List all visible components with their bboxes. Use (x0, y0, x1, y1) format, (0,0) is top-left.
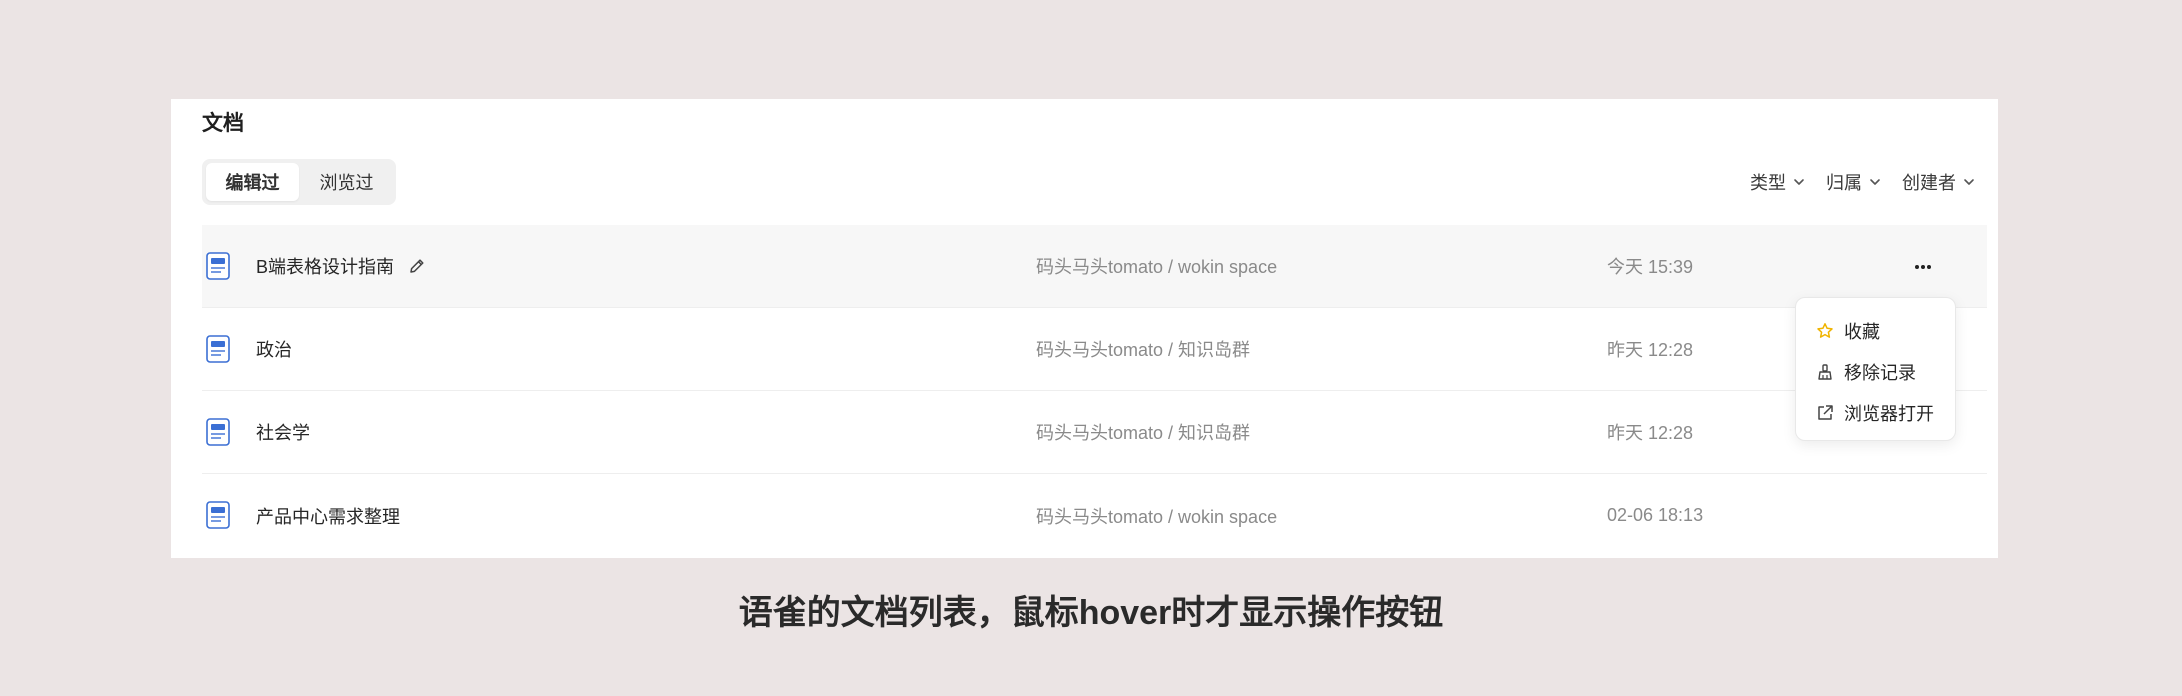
document-name-cell: 政治 (256, 336, 292, 362)
table-row[interactable]: 政治 码头马头tomato / 知识岛群 昨天 12:28 (202, 308, 1987, 391)
document-belong[interactable]: 码头马头tomato / 知识岛群 (1036, 336, 1250, 362)
clean-icon (1818, 363, 1832, 380)
menu-item-open-in-browser[interactable]: 浏览器打开 (1796, 392, 1955, 433)
document-name-cell: 产品中心需求整理 (256, 503, 400, 529)
table-row[interactable]: B端表格设计指南 码头马头tomato / wokin space 今天 15:… (202, 225, 1987, 308)
menu-item-label: 收藏 (1844, 321, 1880, 342)
documents-panel: 文档 编辑过 浏览过 类型 归属 创建者 B端表格设计指南 码头马头tomato… (171, 99, 1998, 558)
pencil-icon[interactable] (408, 257, 426, 275)
page-title: 文档 (202, 112, 244, 135)
more-actions-button[interactable] (1908, 252, 1938, 282)
document-belong[interactable]: 码头马头tomato / wokin space (1036, 253, 1277, 279)
table-row[interactable]: 产品中心需求整理 码头马头tomato / wokin space 02-06 … (202, 474, 1987, 557)
filter-type-label: 类型 (1750, 173, 1786, 193)
document-time: 昨天 12:28 (1607, 423, 1694, 443)
document-icon (206, 252, 230, 280)
document-time: 昨天 12:28 (1607, 340, 1694, 360)
more-dots-icon (1915, 265, 1931, 269)
star-icon (1817, 322, 1833, 338)
filter-belong-label: 归属 (1826, 173, 1862, 193)
document-icon (206, 501, 230, 529)
document-icon (206, 335, 230, 363)
menu-item-remove-record[interactable]: 移除记录 (1796, 351, 1955, 392)
menu-item-label: 浏览器打开 (1844, 403, 1934, 424)
menu-item-label: 移除记录 (1844, 362, 1916, 383)
table-row[interactable]: 社会学 码头马头tomato / 知识岛群 昨天 12:28 (202, 391, 1987, 474)
document-time: 02-06 18:13 (1607, 505, 1704, 525)
tab-viewed[interactable]: 浏览过 (301, 163, 392, 201)
filter-belong[interactable]: 归属 (1826, 169, 1882, 195)
filter-creator[interactable]: 创建者 (1902, 169, 1976, 195)
image-caption: 语雀的文档列表，鼠标hover时才显示操作按钮 (738, 594, 1444, 632)
chevron-down-icon (1964, 179, 1974, 185)
document-name[interactable]: 政治 (256, 336, 292, 362)
menu-item-favorite[interactable]: 收藏 (1796, 310, 1955, 351)
chevron-down-icon (1794, 179, 1804, 185)
document-name-cell: 社会学 (256, 419, 310, 445)
document-name[interactable]: B端表格设计指南 (256, 253, 394, 279)
document-name[interactable]: 社会学 (256, 419, 310, 445)
document-icon (206, 418, 230, 446)
document-time: 今天 15:39 (1607, 257, 1694, 277)
filter-bar: 类型 归属 创建者 (1750, 169, 1976, 195)
document-list: B端表格设计指南 码头马头tomato / wokin space 今天 15:… (202, 225, 1987, 557)
document-belong[interactable]: 码头马头tomato / 知识岛群 (1036, 419, 1250, 445)
document-name-cell: B端表格设计指南 (256, 253, 426, 279)
chevron-down-icon (1870, 179, 1880, 185)
document-name[interactable]: 产品中心需求整理 (256, 503, 400, 529)
tab-edited[interactable]: 编辑过 (206, 163, 299, 201)
view-switch: 编辑过 浏览过 (202, 159, 396, 205)
more-actions-menu: 收藏 移除记录 浏览器打开 (1795, 297, 1956, 441)
filter-type[interactable]: 类型 (1750, 169, 1806, 195)
document-belong[interactable]: 码头马头tomato / wokin space (1036, 503, 1277, 529)
external-link-icon (1818, 404, 1833, 420)
filter-creator-label: 创建者 (1902, 173, 1956, 193)
